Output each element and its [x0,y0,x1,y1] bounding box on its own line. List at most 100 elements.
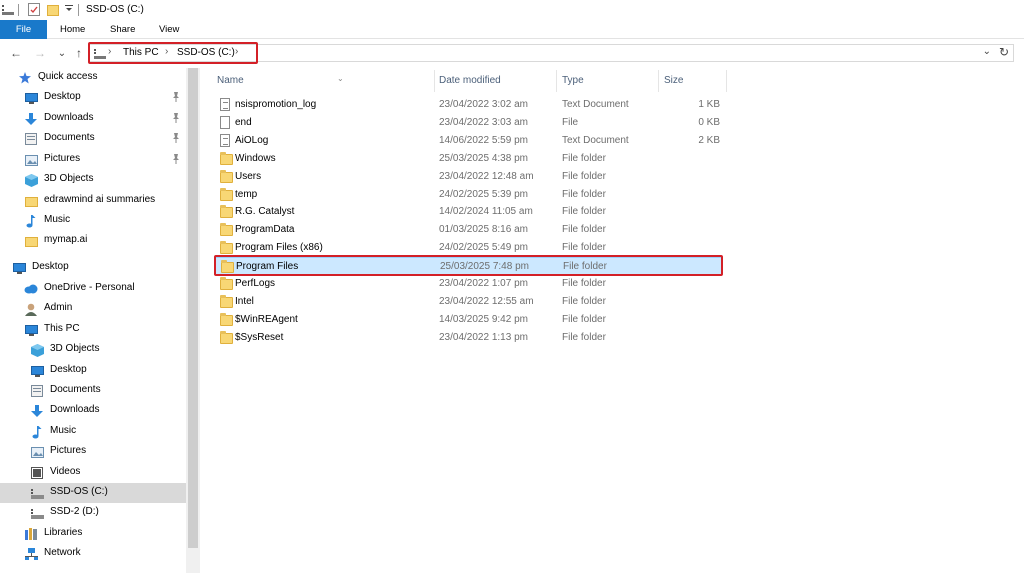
nav-item[interactable]: Documents [0,381,186,401]
breadcrumb-separator[interactable]: › [108,46,111,57]
nav-item[interactable]: Desktop [0,88,186,108]
breadcrumb-this-pc[interactable]: This PC [123,47,159,58]
tab-file[interactable]: File [0,20,47,39]
file-type: File folder [562,206,606,218]
nav-item-label: Music [50,425,77,436]
nav-item-label: Desktop [44,91,81,102]
file-row[interactable]: $SysReset 23/04/2022 1:13 pm File folder [214,329,722,347]
nav-item[interactable]: 3D Objects [0,170,186,190]
file-list-pane: Name ⌄ Date modified Type Size nsispromo… [200,68,1024,573]
file-type: File folder [562,313,606,325]
column-divider[interactable] [726,70,727,92]
file-row[interactable]: end 23/04/2022 3:03 am File 0 KB [214,114,722,132]
customize-dropdown-icon[interactable] [65,5,73,13]
file-row[interactable]: Intel 23/04/2022 12:55 am File folder [214,293,722,311]
file-size: 2 KB [698,134,720,146]
nav-item[interactable]: Downloads [0,109,186,129]
nav-item-label: Quick access [38,71,98,82]
folder-icon [220,330,233,345]
file-row[interactable]: R.G. Catalyst 14/02/2024 11:05 am File fol… [214,203,722,221]
breadcrumb-separator[interactable]: › [165,46,168,57]
file-type: File folder [562,224,606,236]
pin-icon[interactable] [172,133,180,145]
drive-icon [30,506,44,520]
file-row[interactable]: nsispromotion_log 23/04/2022 3:02 am Text … [214,96,722,114]
file-size: 1 KB [698,99,720,110]
file-row[interactable]: Program Files 25/03/2025 7:48 pm File fold… [214,257,722,276]
nav-item[interactable]: Documents [0,129,186,149]
nav-item[interactable]: edrawmind ai summaries [0,191,186,211]
nav-item[interactable]: Desktop [0,361,186,381]
file-row[interactable]: Program Files (x86) 24/02/2025 5:49 pm Fil… [214,239,722,257]
file-row[interactable]: temp 24/02/2025 5:39 pm File folder [214,186,722,204]
nav-item[interactable]: Pictures [0,150,186,170]
tab-view[interactable]: View [159,20,179,39]
file-type: File folder [562,295,606,307]
new-folder-icon[interactable] [47,3,59,16]
nav-item[interactable]: mymap.ai [0,231,186,251]
column-divider[interactable] [556,70,557,92]
file-row[interactable]: ProgramData 01/03/2025 8:16 am File folder [214,221,722,239]
column-header-date[interactable]: Date modified [439,70,501,92]
desktop-icon [12,261,26,275]
nav-item[interactable]: Desktop [0,258,186,278]
column-divider[interactable] [658,70,659,92]
nav-item-label: This PC [44,323,80,334]
forward-button[interactable]: → [32,45,48,61]
nav-item[interactable]: Libraries [0,524,186,544]
column-header-size[interactable]: Size [664,70,683,92]
nav-item[interactable]: SSD-2 (D:) [0,503,186,523]
ribbon-tabs: File Home Share View [0,20,1024,39]
column-header-type[interactable]: Type [562,70,584,92]
nav-item[interactable]: Pictures [0,442,186,462]
column-header-name[interactable]: Name ⌄ [217,70,344,92]
file-row[interactable]: AiOLog 14/06/2022 5:59 pm Text Document 2 K… [214,132,722,150]
nav-item[interactable]: SSD-OS (C:) [0,483,186,503]
recent-locations-button[interactable]: ⌄ [54,45,70,61]
file-date-modified: 23/04/2022 12:55 am [439,295,534,307]
properties-checkbox-icon[interactable] [28,3,40,16]
folder-icon [220,241,233,255]
file-row[interactable]: Users 23/04/2022 12:48 am File folder [214,168,722,186]
back-button[interactable]: ← [8,45,24,61]
nav-item[interactable]: Network [0,544,186,564]
drive-icon[interactable] [2,3,14,15]
nav-item-label: Downloads [44,112,94,123]
file-type: File folder [563,261,607,273]
nav-scrollbar-thumb[interactable] [188,68,198,548]
file-name: Users [235,170,262,182]
nav-item[interactable]: This PC [0,320,186,340]
nav-item[interactable]: 3D Objects [0,340,186,360]
file-row[interactable]: $WinREAgent 14/03/2025 9:42 pm File folder [214,311,722,329]
file-row[interactable]: PerfLogs 23/04/2022 1:07 pm File folder [214,275,722,293]
pin-icon[interactable] [172,113,180,125]
folder-icon [24,194,38,208]
refresh-icon[interactable]: ↻ [999,45,1009,59]
breadcrumb-separator[interactable]: › [235,46,238,57]
address-bar[interactable]: › This PC › SSD-OS (C:) › ⌄ ↻ [89,44,1014,62]
nav-item[interactable]: Music [0,422,186,442]
pin-icon[interactable] [172,154,180,166]
breadcrumb-ssd-os[interactable]: SSD-OS (C:) [177,47,235,58]
chevron-down-icon[interactable]: ⌄ [983,46,991,57]
nav-item[interactable]: Quick access [0,68,186,88]
nav-item[interactable]: Music [0,211,186,231]
nav-item[interactable]: Downloads [0,401,186,421]
drive-icon [94,49,106,59]
up-button[interactable]: ↑ [71,45,87,61]
pin-icon[interactable] [172,92,180,104]
nav-item[interactable]: Videos [0,463,186,483]
nav-item[interactable]: Admin [0,299,186,319]
nav-item-label: mymap.ai [44,234,88,245]
column-divider[interactable] [434,70,435,92]
file-type: File folder [562,242,606,254]
file-row[interactable]: Windows 25/03/2025 4:38 pm File folder [214,150,722,168]
file-size: 0 KB [698,116,720,128]
tab-home[interactable]: Home [60,20,85,39]
nav-item[interactable]: OneDrive - Personal [0,279,186,299]
folder-icon [220,312,233,327]
file-date-modified: 14/06/2022 5:59 pm [439,134,528,146]
tab-share[interactable]: Share [110,20,135,39]
cloud-icon [24,282,38,296]
file-name: Program Files [236,261,299,273]
